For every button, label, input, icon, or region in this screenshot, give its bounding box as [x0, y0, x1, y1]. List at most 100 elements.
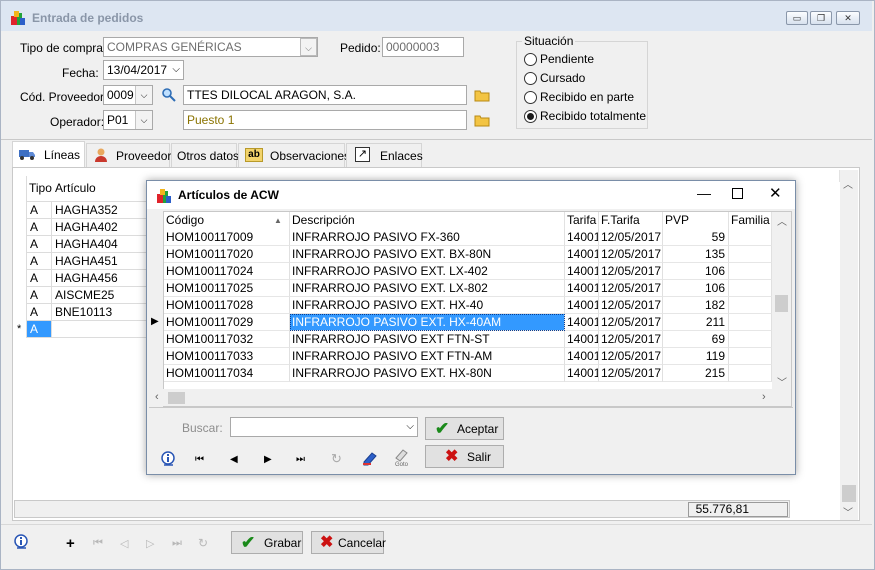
prev-record-icon[interactable]: ◀ [230, 454, 238, 465]
cell-descripcion[interactable]: INFRARROJO PASIVO EXT. LX-802 [290, 280, 565, 297]
proveedor-code-select[interactable]: 0009 ⌵ [103, 85, 153, 105]
cell-articulo[interactable]: AISCME25 [52, 287, 150, 304]
cell-descripcion[interactable]: INFRARROJO PASIVO EXT. LX-402 [290, 263, 565, 280]
tab-proveedor[interactable]: Proveedor [86, 143, 171, 167]
col-header-codigo[interactable]: Código ▲ [164, 212, 290, 229]
tab-enlaces[interactable]: ↗ Enlaces [346, 143, 423, 167]
cell-tipo[interactable]: A [27, 253, 52, 270]
cell-codigo[interactable]: HOM100117029 [164, 314, 290, 331]
col-header-tipo[interactable]: Tipo [29, 181, 52, 195]
edit-icon[interactable] [361, 450, 379, 466]
scroll-down-icon[interactable]: ﹀ [777, 374, 787, 389]
tab-observaciones[interactable]: ab Observaciones [238, 143, 350, 167]
scroll-left-icon[interactable]: ‹ [155, 391, 159, 403]
cell-familia[interactable] [729, 229, 772, 246]
cell-descripcion[interactable]: INFRARROJO PASIVO EXT FTN-ST [290, 331, 565, 348]
add-button[interactable]: + [66, 535, 75, 552]
next-record-icon[interactable]: ▷ [146, 537, 154, 550]
dialog-hscrollbar[interactable] [151, 389, 791, 406]
cell-pvp[interactable]: 135 [663, 246, 729, 263]
cell-descripcion[interactable]: INFRARROJO PASIVO EXT FTN-AM [290, 348, 565, 365]
minimize-button[interactable]: ▭ [786, 11, 808, 25]
cell-familia[interactable] [729, 297, 772, 314]
cell-pvp[interactable]: 119 [663, 348, 729, 365]
chevron-down-icon[interactable]: ⌵ [406, 420, 414, 434]
dialog-maximize-icon[interactable] [732, 188, 743, 199]
cell-codigo[interactable]: HOM100117009 [164, 229, 290, 246]
cell-codigo[interactable]: HOM100117032 [164, 331, 290, 348]
cell-pvp[interactable]: 69 [663, 331, 729, 348]
cell-familia[interactable] [729, 280, 772, 297]
operador-name-field[interactable]: Puesto 1 [183, 110, 467, 130]
dialog-minimize-icon[interactable]: — [697, 185, 711, 201]
new-row-tipo-cell[interactable]: A [27, 321, 52, 338]
cell-ftarifa[interactable]: 12/05/2017 [599, 365, 663, 382]
next-record-icon[interactable]: ▶ [264, 454, 272, 465]
pedido-field[interactable]: 00000003 [382, 37, 464, 57]
new-row-articulo-cell[interactable] [52, 321, 150, 338]
cell-pvp[interactable]: 59 [663, 229, 729, 246]
tab-lineas[interactable]: Líneas [12, 141, 85, 168]
cell-tipo[interactable]: A [27, 202, 52, 219]
radio-circle[interactable] [524, 110, 537, 123]
cell-tarifa[interactable]: 14001 [565, 263, 599, 280]
cell-articulo[interactable]: BNE10113 [52, 304, 150, 321]
chevron-down-icon[interactable]: ⌵ [300, 38, 317, 56]
cell-tarifa[interactable]: 14001 [565, 314, 599, 331]
restore-button[interactable]: ❐ [810, 11, 832, 25]
cell-ftarifa[interactable]: 12/05/2017 [599, 348, 663, 365]
cell-descripcion[interactable]: INFRARROJO PASIVO FX-360 [290, 229, 565, 246]
refresh-icon[interactable]: ↻ [331, 451, 342, 467]
last-record-icon[interactable]: ⏭ [296, 454, 305, 465]
tab-otros-datos[interactable]: Otros datos [171, 143, 239, 167]
cell-articulo[interactable]: HAGHA451 [52, 253, 150, 270]
cell-tipo[interactable]: A [27, 287, 52, 304]
cell-tarifa[interactable]: 14001 [565, 297, 599, 314]
last-record-icon[interactable]: ⏭ [172, 537, 182, 550]
cell-codigo[interactable]: HOM100117025 [164, 280, 290, 297]
cell-descripcion[interactable]: INFRARROJO PASIVO EXT. HX-80N [290, 365, 565, 382]
scroll-up-icon[interactable]: ︿ [843, 176, 853, 191]
cell-articulo[interactable]: HAGHA402 [52, 219, 150, 236]
cell-familia[interactable] [729, 263, 772, 280]
first-record-icon[interactable]: ⏮ [93, 537, 103, 550]
cell-familia[interactable] [729, 365, 772, 382]
prev-record-icon[interactable]: ◁ [120, 537, 128, 550]
cell-tipo[interactable]: A [27, 236, 52, 253]
save-button[interactable]: ✔ Grabar [231, 531, 303, 554]
info-icon[interactable] [161, 451, 177, 467]
cell-pvp[interactable]: 182 [663, 297, 729, 314]
cell-descripcion[interactable]: INFRARROJO PASIVO EXT. HX-40AM [290, 314, 565, 331]
chevron-down-icon[interactable]: ⌵ [172, 63, 180, 77]
cell-descripcion[interactable]: INFRARROJO PASIVO EXT. HX-40 [290, 297, 565, 314]
cell-ftarifa[interactable]: 12/05/2017 [599, 280, 663, 297]
cell-articulo[interactable]: HAGHA456 [52, 270, 150, 287]
info-icon[interactable] [14, 534, 30, 550]
cell-codigo[interactable]: HOM100117028 [164, 297, 290, 314]
first-record-icon[interactable]: ⏮ [195, 454, 204, 465]
col-header-descripcion[interactable]: Descripción [290, 212, 565, 229]
cell-codigo[interactable]: HOM100117033 [164, 348, 290, 365]
cell-codigo[interactable]: HOM100117020 [164, 246, 290, 263]
cell-tarifa[interactable]: 14001 [565, 365, 599, 382]
cell-pvp[interactable]: 106 [663, 280, 729, 297]
cell-tipo[interactable]: A [27, 304, 52, 321]
cell-tarifa[interactable]: 14001 [565, 246, 599, 263]
dialog-vscroll-thumb[interactable] [775, 295, 788, 312]
cell-ftarifa[interactable]: 12/05/2017 [599, 246, 663, 263]
proveedor-name-field[interactable]: TTES DILOCAL ARAGON, S.A. [183, 85, 467, 105]
tipo-compra-select[interactable]: COMPRAS GENÉRICAS ⌵ [103, 37, 318, 57]
radio-circle[interactable] [524, 72, 537, 85]
search-combo[interactable]: ⌵ [230, 417, 418, 437]
radio-circle[interactable] [524, 91, 537, 104]
cell-articulo[interactable]: HAGHA352 [52, 202, 150, 219]
cancel-button[interactable]: ✖ Cancelar [311, 531, 386, 554]
col-header-tarifa[interactable]: Tarifa [565, 212, 599, 229]
col-header-ftarifa[interactable]: F.Tarifa [599, 212, 663, 229]
cell-pvp[interactable]: 215 [663, 365, 729, 382]
accept-button[interactable]: ✔ Aceptar [425, 417, 504, 440]
cell-pvp[interactable]: 211 [663, 314, 729, 331]
search-icon[interactable] [161, 87, 177, 103]
close-button[interactable]: ✕ [836, 11, 860, 25]
cell-tarifa[interactable]: 14001 [565, 280, 599, 297]
